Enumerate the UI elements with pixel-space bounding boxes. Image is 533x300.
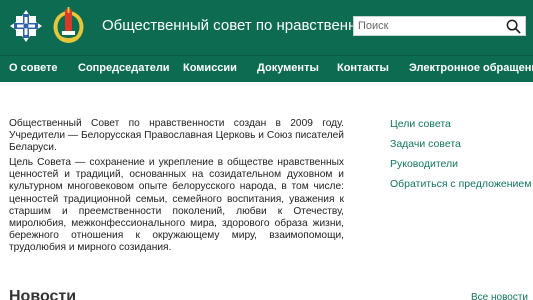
sidebar-link-leaders[interactable]: Руководители [390, 158, 458, 170]
nav-item-documents[interactable]: Документы [257, 62, 319, 74]
site-header: Общественный совет по нравственности [0, 0, 533, 55]
intro-paragraph: Общественный Совет по нравственности соз… [9, 118, 344, 154]
all-news-link[interactable]: Все новости [471, 292, 528, 300]
nav-item-about[interactable]: О совете [9, 62, 58, 74]
goal-paragraph: Цель Совета — сохранение и укрепление в … [9, 157, 344, 254]
sidebar-link-goals[interactable]: Цели совета [390, 118, 451, 130]
nav-item-cochairs[interactable]: Сопредседатели [78, 62, 170, 74]
nav-item-e-appeal[interactable]: Электронное обращение [409, 62, 533, 74]
logo-cross-emblem-icon[interactable] [8, 8, 44, 44]
news-heading: Новости [9, 288, 77, 300]
sidebar-link-suggestion[interactable]: Обратиться с предложением [390, 178, 531, 190]
nav-item-contacts[interactable]: Контакты [337, 62, 389, 74]
search-input[interactable] [358, 18, 498, 34]
logo-wheat-emblem-icon[interactable] [51, 5, 86, 45]
nav-item-commissions[interactable]: Комиссии [183, 62, 237, 74]
sidebar-link-tasks[interactable]: Задачи совета [390, 138, 461, 150]
site-title[interactable]: Общественный совет по нравственности [102, 17, 387, 34]
search-box [353, 16, 526, 36]
search-icon[interactable] [506, 19, 521, 34]
main-nav: О совете Сопредседатели Комиссии Докумен… [0, 55, 533, 82]
